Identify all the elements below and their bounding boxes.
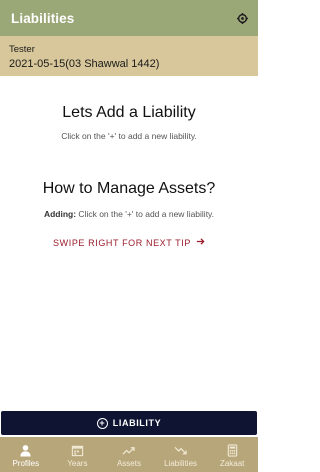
nav-item-profiles[interactable]: Profiles xyxy=(0,437,52,472)
tips-panel[interactable]: Lets Add a Liability Click on the '+' to… xyxy=(0,76,258,410)
arrow-right-icon xyxy=(196,237,205,248)
tip-text: Click on the '+' to add a new liability. xyxy=(61,131,197,141)
add-liability-button[interactable]: + LIABILITY xyxy=(1,411,257,435)
manage-text: Adding: Click on the '+' to add a new li… xyxy=(0,209,258,219)
calculator-icon xyxy=(227,444,237,457)
add-circle-icon: + xyxy=(96,417,108,429)
nav-item-liabilities[interactable]: Liabilities xyxy=(155,437,207,472)
tip-heading: Lets Add a Liability xyxy=(62,104,196,121)
calendar-icon xyxy=(71,445,84,457)
nav-label-profiles: Profiles xyxy=(12,459,40,468)
trending-up-icon xyxy=(122,447,136,455)
settings-icon[interactable] xyxy=(235,11,249,25)
nav-item-zakaat[interactable]: Zakaat xyxy=(206,437,258,472)
manage-text-label: Adding: xyxy=(43,209,77,219)
profile-bar: Tester 2021-05-15(03 Shawwal 1442) xyxy=(0,36,258,76)
nav-label-assets: Assets xyxy=(116,459,141,468)
trending-down-icon xyxy=(174,446,187,455)
person-icon xyxy=(20,445,31,457)
bottom-navigation: Profiles Years Assets Liabilities Zakaat xyxy=(0,437,258,472)
swipe-tip[interactable]: SWIPE RIGHT FOR NEXT TIP xyxy=(0,237,258,248)
profile-name: Tester xyxy=(9,44,35,55)
manage-heading: How to Manage Assets? xyxy=(42,180,216,197)
current-date: 2021-05-15(03 Shawwal 1442) xyxy=(9,58,160,70)
nav-item-years[interactable]: Years xyxy=(52,437,104,472)
nav-label-years: Years xyxy=(67,459,88,468)
add-liability-label: LIABILITY xyxy=(112,418,162,428)
nav-label-zakaat: Zakaat xyxy=(219,459,245,468)
app-bar: Liabilities xyxy=(0,0,258,36)
page-title: Liabilities xyxy=(11,10,75,26)
nav-label-liabilities: Liabilities xyxy=(164,459,198,468)
nav-item-assets[interactable]: Assets xyxy=(103,437,155,472)
manage-text-body: Click on the '+' to add a new liability. xyxy=(78,209,215,219)
swipe-tip-label: SWIPE RIGHT FOR NEXT TIP xyxy=(53,237,191,248)
